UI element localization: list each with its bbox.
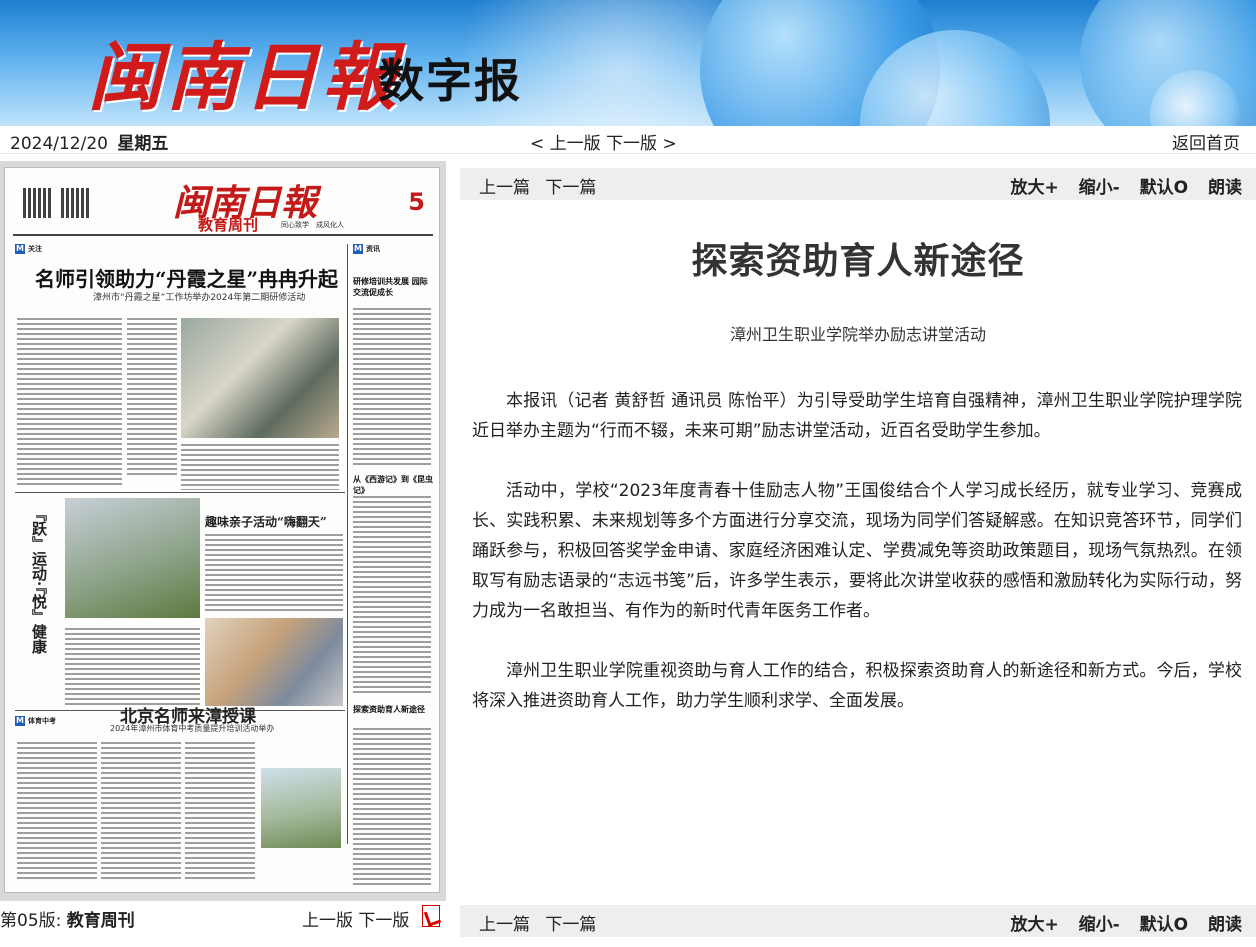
prev-article-link[interactable]: 上一篇 [479, 178, 530, 198]
next-article-link[interactable]: 下一篇 [545, 915, 596, 935]
date-bar: 2024/12/20 星期五 < 上一版 下一版 > 返回首页 [0, 126, 1256, 154]
edition-footer: 第05版: 教育周刊 上一版 下一版 [0, 903, 446, 931]
article-body: 本报讯（记者 黄舒哲 通讯员 陈怡平）为引导受助学生培育自强精神，漳州卫生职业学… [472, 386, 1242, 746]
section-tag-guanzhu: M 关注 [15, 244, 42, 254]
newspaper-motto: 同心致学 成风化人 [281, 221, 344, 229]
zoom-out-button[interactable]: 缩小- [1079, 178, 1120, 198]
issue-date: 2024/12/20 星期五 [10, 129, 168, 154]
zoom-in-button[interactable]: 放大+ [1010, 915, 1058, 935]
side-headline-3[interactable]: 探索资助育人新途径 [353, 704, 433, 715]
newspaper-subheadline-2: 2024年漳州市体育中考质量提升培训活动举办 [110, 724, 275, 733]
vertical-feature-title[interactable]: 『跃』运动·『悦』健康 [29, 506, 50, 686]
side-headline-1[interactable]: 研修培训共发展 园际交流促成长 [353, 276, 433, 298]
side-headline-2[interactable]: 从《西游记》到《昆虫记》 [353, 474, 433, 496]
zoom-in-button[interactable]: 放大+ [1010, 178, 1058, 198]
parent-child-photo [205, 618, 343, 706]
newspaper-headline-1[interactable]: 名师引领助力“丹霞之星”冉冉升起 [35, 263, 338, 292]
section-tag-zixun: M 资讯 [353, 244, 380, 254]
edition-label: 第05版: 教育周刊 [0, 911, 135, 931]
reset-zoom-button[interactable]: 默认O [1140, 915, 1188, 935]
article-paragraph: 活动中，学校“2023年度青春十佳励志人物”王国俊结合个人学习成长经历，就专业学… [472, 481, 1242, 621]
newspaper-page-panel: 闽南日報 教育周刊 同心致学 成风化人 5 M 关注 M 资讯 名师引领助力“丹霞之… [0, 161, 446, 901]
section-tag-sports: M 体育中考 [15, 716, 56, 726]
reset-zoom-button[interactable]: 默认O [1140, 178, 1188, 198]
newspaper-edition: 教育周刊 [198, 216, 259, 234]
next-version-link[interactable]: 下一版 [358, 911, 409, 931]
article-subtitle: 漳州卫生职业学院举办励志讲堂活动 [729, 325, 986, 344]
weekday-text: 星期五 [117, 134, 169, 154]
next-edition-link[interactable]: 下一版 > [606, 134, 677, 154]
pdf-download-icon[interactable] [422, 905, 440, 927]
prev-version-link[interactable]: 上一版 [302, 911, 353, 931]
zoom-out-button[interactable]: 缩小- [1079, 915, 1120, 935]
read-aloud-button[interactable]: 朗读 [1208, 178, 1242, 198]
prev-article-link[interactable]: 上一篇 [479, 915, 530, 935]
article-title: 探索资助育人新途径 [691, 241, 1025, 282]
read-aloud-button[interactable]: 朗读 [1208, 915, 1242, 935]
article-paragraph: 漳州卫生职业学院重视资助与育人工作的结合，积极探索资助育人的新途径和新方式。今后… [472, 661, 1242, 711]
site-logo: 闽南日報 [88, 35, 400, 121]
article-toolbar-top: 上一篇 下一篇 放大+ 缩小- 默认O 朗读 [460, 168, 1256, 200]
site-logo-subtitle: 数字报 [378, 54, 522, 108]
feature-headline[interactable]: 趣味亲子活动“嗨翻天” [205, 513, 327, 530]
home-link[interactable]: 返回首页 [1172, 129, 1240, 154]
article-paragraph: 本报讯（记者 黄舒哲 通讯员 陈怡平）为引导受助学生培育自强精神，漳州卫生职业学… [472, 391, 1242, 441]
edition-nav: < 上一版 下一版 > [530, 129, 677, 154]
sports-photo [65, 498, 200, 618]
newspaper-page-image[interactable]: 闽南日報 教育周刊 同心致学 成风化人 5 M 关注 M 资讯 名师引领助力“丹霞之… [4, 167, 440, 893]
date-text: 2024/12/20 [10, 134, 108, 154]
pe-class-photo [261, 768, 341, 848]
next-article-link[interactable]: 下一篇 [545, 178, 596, 198]
newspaper-page-number: 5 [408, 188, 425, 216]
qr-code-icon [61, 188, 91, 218]
newspaper-masthead: 闽南日報 教育周刊 同心致学 成风化人 5 [13, 174, 433, 236]
workshop-photo [181, 318, 339, 438]
qr-code-icon [23, 188, 53, 218]
newspaper-subheadline-1: 漳州市“丹霞之星”工作坊举办2024年第二期研修活动 [93, 293, 306, 303]
prev-edition-link[interactable]: < 上一版 [530, 134, 601, 154]
masthead-banner: 闽南日報 数字报 [0, 0, 1256, 126]
article-toolbar-bottom: 上一篇 下一篇 放大+ 缩小- 默认O 朗读 [460, 905, 1256, 937]
version-nav: 上一版 下一版 [302, 906, 409, 931]
